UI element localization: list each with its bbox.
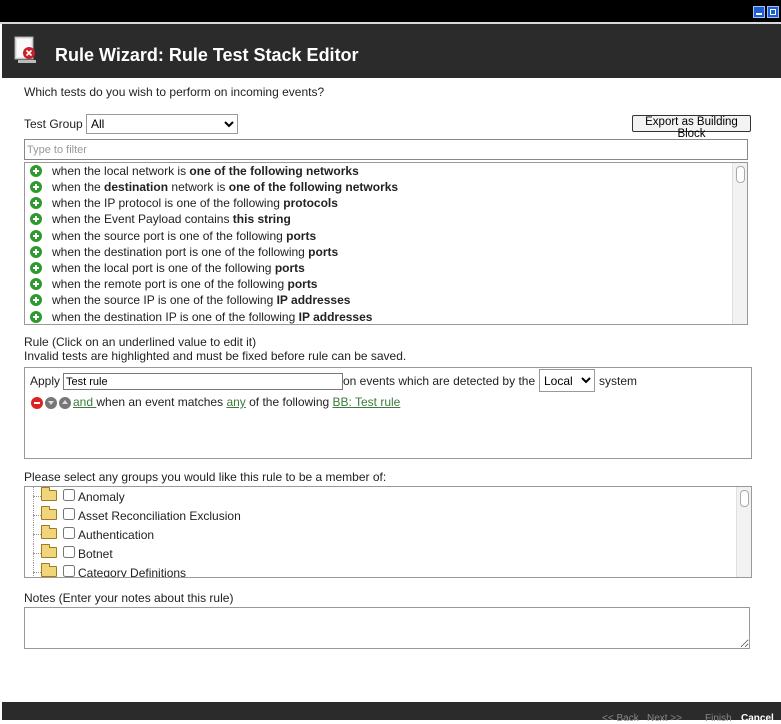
any-all-link[interactable]: any [226, 395, 245, 409]
add-test-icon[interactable] [30, 311, 42, 323]
rule-section-title: Rule (Click on an underlined value to ed… [24, 335, 257, 349]
location-select[interactable]: Local [539, 369, 595, 392]
test-text[interactable]: when the destination port is one of the … [52, 244, 338, 260]
tree-branch [33, 515, 41, 516]
folder-icon [41, 525, 57, 539]
folder-icon [41, 563, 57, 577]
tree-branch [33, 534, 41, 535]
tree-line [33, 563, 34, 577]
add-test-icon[interactable] [30, 165, 42, 177]
remove-test-icon[interactable] [31, 397, 43, 409]
tree-branch [33, 553, 41, 554]
test-group-label: Test Group [24, 117, 83, 131]
window-title: Rule Wizard: Rule Test Stack Editor [55, 45, 359, 65]
add-test-icon[interactable] [30, 294, 42, 306]
add-test-icon[interactable] [30, 197, 42, 209]
test-text[interactable]: when the destination network is one of t… [52, 179, 398, 195]
add-test-icon[interactable] [30, 230, 42, 242]
group-checkbox[interactable] [63, 527, 75, 539]
tests-question: Which tests do you wish to perform on in… [24, 85, 325, 99]
window-top-bar [0, 0, 781, 24]
folder-icon [41, 506, 57, 520]
group-checkbox[interactable] [63, 489, 75, 501]
test-text[interactable]: when the IP protocol is one of the follo… [52, 195, 338, 211]
export-building-block-button[interactable]: Export as Building Block [632, 115, 751, 140]
test-filter-input[interactable] [24, 139, 748, 160]
tree-branch [33, 572, 41, 573]
test-text[interactable]: when the local network is one of the fol… [52, 163, 359, 179]
test-text[interactable]: when the remote port is one of the follo… [52, 276, 317, 292]
test-group-select[interactable]: All [86, 114, 238, 134]
rule-wizard-icon [14, 36, 36, 63]
back-button[interactable]: << Back [602, 713, 639, 724]
groups-prompt: Please select any groups you would like … [24, 470, 387, 484]
test-text[interactable]: when the source IP is one of the followi… [52, 292, 350, 308]
scrollbar-thumb[interactable] [740, 490, 749, 507]
and-or-toggle-link[interactable]: and [73, 395, 96, 409]
system-label: system [599, 374, 638, 388]
group-label: Category Definitions [78, 566, 187, 578]
test-text[interactable]: when the local port is one of the follow… [52, 260, 305, 276]
scrollbar-thumb[interactable] [736, 166, 745, 183]
cancel-button[interactable]: Cancel [741, 713, 774, 724]
detected-by-label: on events which are detected by the [343, 374, 536, 388]
add-test-icon[interactable] [30, 262, 42, 274]
rule-editor: Apply on events which are detected by th… [24, 367, 752, 459]
add-test-icon[interactable] [30, 278, 42, 290]
test-list: when the local network is one of the fol… [24, 162, 748, 325]
add-test-icon[interactable] [30, 181, 42, 193]
group-label: Botnet [78, 547, 113, 561]
rule-name-input[interactable] [63, 373, 343, 390]
folder-icon [41, 544, 57, 558]
group-label: Authentication [78, 528, 155, 542]
wizard-content: Which tests do you wish to perform on in… [2, 78, 781, 702]
rule-test-line: and when an event matches any of the fol… [73, 395, 401, 409]
minimize-icon[interactable] [753, 6, 765, 18]
folder-icon [41, 487, 57, 501]
move-down-icon[interactable] [45, 397, 57, 409]
group-list-scrollbar[interactable] [736, 487, 751, 577]
group-checkbox[interactable] [63, 508, 75, 520]
title-bar: Rule Wizard: Rule Test Stack Editor [2, 24, 781, 78]
test-list-scrollbar[interactable] [732, 163, 747, 324]
add-test-icon[interactable] [30, 213, 42, 225]
group-label: Asset Reconciliation Exclusion [78, 509, 241, 523]
tree-branch [33, 496, 41, 497]
wizard-footer: << Back Next >> Finish Cancel [2, 702, 781, 724]
apply-label: Apply [30, 374, 61, 388]
test-text[interactable]: when the source port is one of the follo… [52, 228, 316, 244]
move-up-icon[interactable] [59, 397, 71, 409]
notes-label: Notes (Enter your notes about this rule) [24, 591, 234, 605]
test-text[interactable]: when the Event Payload contains this str… [52, 211, 291, 227]
next-button[interactable]: Next >> [647, 713, 682, 724]
rule-invalid-note: Invalid tests are highlighted and must b… [24, 349, 407, 363]
group-checkbox[interactable] [63, 565, 75, 577]
notes-textarea[interactable] [24, 607, 750, 649]
add-test-icon[interactable] [30, 246, 42, 258]
building-block-link[interactable]: BB: Test rule [333, 395, 401, 409]
finish-button[interactable]: Finish [705, 713, 732, 724]
test-text[interactable]: when the destination IP is one of the fo… [52, 309, 372, 324]
group-tree: Anomaly Asset Reconciliation Exclusion A… [24, 486, 752, 578]
group-checkbox[interactable] [63, 546, 75, 558]
maximize-icon[interactable] [767, 6, 779, 18]
group-label: Anomaly [78, 490, 125, 504]
